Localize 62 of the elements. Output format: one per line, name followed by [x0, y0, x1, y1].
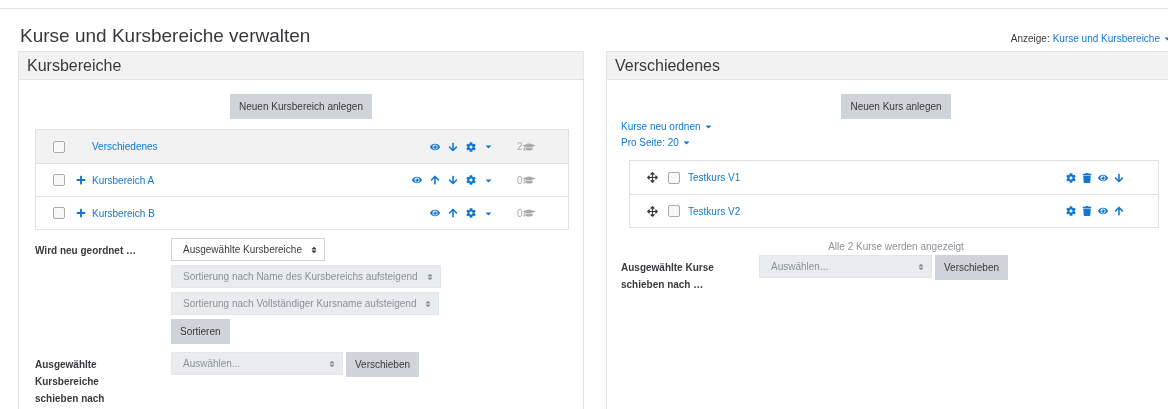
settings-icon[interactable] — [1066, 206, 1076, 216]
target-select[interactable]: Auswählen... — [171, 352, 343, 375]
checkbox[interactable] — [668, 171, 680, 184]
caret-icon[interactable] — [681, 138, 691, 147]
expand-plus-icon[interactable] — [76, 208, 86, 218]
course-count: 2 — [517, 141, 523, 152]
move-handle-icon[interactable] — [647, 205, 658, 217]
sort-arrows-icon[interactable] — [309, 245, 318, 254]
category-link[interactable]: Kursbereich B — [92, 207, 155, 219]
trash-icon[interactable] — [1082, 172, 1092, 183]
up-arrow-icon[interactable] — [1114, 206, 1124, 216]
category-link[interactable]: Verschiedenes — [92, 141, 158, 152]
caret-icon[interactable] — [703, 122, 713, 131]
eye-icon[interactable] — [430, 208, 440, 218]
graduation-cap-icon — [522, 140, 535, 153]
down-arrow-icon[interactable] — [448, 141, 458, 152]
view-link[interactable]: Kurse und Kursbereiche — [1052, 33, 1160, 44]
per-page-link[interactable]: Pro Seite: 20 — [621, 137, 679, 148]
eye-icon[interactable] — [430, 141, 440, 152]
move-button[interactable]: Verschieben — [935, 255, 1009, 280]
checkbox[interactable] — [53, 207, 65, 219]
graduation-cap-icon — [522, 174, 535, 186]
settings-icon[interactable] — [466, 208, 476, 218]
eye-icon[interactable] — [1098, 206, 1108, 216]
category-link[interactable]: Kursbereich A — [92, 174, 155, 186]
eye-icon[interactable] — [1098, 172, 1108, 183]
checkbox[interactable] — [668, 205, 680, 217]
settings-icon[interactable] — [1066, 172, 1076, 183]
trash-icon[interactable] — [1082, 206, 1092, 216]
down-arrow-icon[interactable] — [448, 175, 458, 185]
panel-title: Kursbereiche — [19, 52, 583, 80]
view-label: Anzeige: — [1010, 33, 1050, 44]
checkbox[interactable] — [53, 174, 65, 186]
target-select[interactable]: Auswählen... — [759, 255, 932, 278]
listing-info: Alle 2 Kurse werden angezeigt — [827, 241, 965, 252]
sort-select[interactable]: Ausgewählte Kursbereiche — [171, 238, 325, 261]
down-arrow-icon[interactable] — [1114, 172, 1124, 183]
sort-menu-link[interactable]: Kurse neu ordnen — [621, 121, 701, 132]
up-arrow-icon[interactable] — [430, 175, 440, 185]
checkbox[interactable] — [53, 140, 65, 153]
expand-plus-icon[interactable] — [76, 175, 86, 185]
form-label: Ausgewählte Kursbereiche schieben nach — [34, 358, 106, 406]
settings-icon[interactable] — [466, 175, 476, 185]
move-handle-icon[interactable] — [647, 172, 658, 183]
course-link[interactable]: Testkurs V2 — [688, 205, 741, 217]
eye-icon[interactable] — [412, 175, 422, 185]
course-count: 0 — [517, 174, 523, 186]
up-arrow-icon[interactable] — [448, 208, 458, 218]
create-course-button[interactable]: Neuen Kurs anlegen — [841, 94, 951, 119]
form-label: Wird neu geordnet … — [34, 244, 138, 258]
form-label: Ausgewählte Kurse schieben nach … — [621, 261, 715, 292]
course-count: 0 — [517, 207, 523, 219]
sort-button[interactable]: Sortieren — [171, 319, 230, 344]
page-title: Kurse und Kursbereiche verwalten — [20, 25, 311, 47]
create-category-button[interactable]: Neuen Kursbereich anlegen — [230, 94, 372, 119]
graduation-cap-icon — [522, 207, 535, 219]
panel-title: Verschiedenes — [607, 52, 1168, 80]
category-row[interactable]: Verschiedenes 2 — [36, 130, 568, 163]
caret-icon[interactable] — [484, 142, 493, 151]
move-button[interactable]: Verschieben — [346, 352, 420, 377]
settings-icon[interactable] — [466, 141, 476, 152]
course-link[interactable]: Testkurs V1 — [688, 172, 741, 183]
